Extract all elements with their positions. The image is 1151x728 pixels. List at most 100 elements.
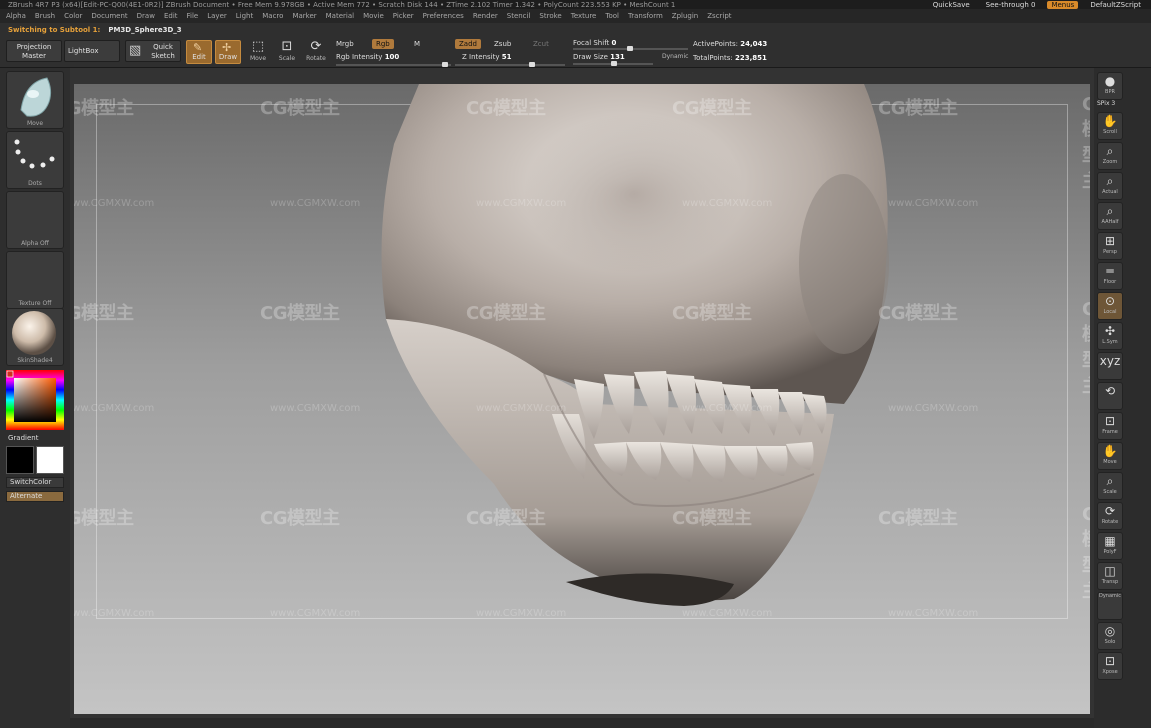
focal-shift-value: 0 [611,39,617,47]
subtool-notice: Switching to Subtool 1: PM3D_Sphere3D_3 [8,26,182,34]
document-canvas[interactable]: CG模型主 www.CGMXW.com CG模型主 www.CGMXW.com CG模型… [74,84,1090,714]
texture-picker[interactable]: Texture Off [6,251,64,309]
color-picker[interactable] [6,370,64,430]
rgb-button[interactable]: Rgb [372,39,394,49]
menus-button[interactable]: Menus [1047,0,1079,9]
menu-tool[interactable]: Tool [605,12,619,20]
menu-macro[interactable]: Macro [262,12,283,20]
menu-zplugin[interactable]: Zplugin [672,12,698,20]
watermark-url: www.CGMXW.com [888,403,979,414]
bottom-bar [70,718,1094,728]
zadd-button[interactable]: Zadd [455,39,481,49]
edit-icon: ✎ [193,41,203,54]
solo-button[interactable]: ◎ Solo [1097,622,1123,650]
scroll-button[interactable]: ✋ Scroll [1097,112,1123,140]
transp-label: Transp [1101,579,1119,585]
watermark-logo: CG模型主 [466,98,546,119]
z-intensity-knob[interactable] [529,62,535,67]
rotate-button[interactable]: ⟳ Rotate [303,39,329,65]
z-intensity-track[interactable] [455,62,565,67]
menu-picker[interactable]: Picker [393,12,414,20]
menu-movie[interactable]: Movie [363,12,384,20]
frame-button[interactable]: ⊡ Frame [1097,412,1123,440]
transp-button[interactable]: ◫ Transp [1097,562,1123,590]
dynamic-button[interactable]: Dynamic [1097,592,1123,620]
m-button[interactable]: M [414,40,420,48]
lsym-button[interactable]: ✣ L.Sym [1097,322,1123,350]
bpr-button[interactable]: ● BPR [1097,72,1123,100]
actual-button[interactable]: ⌕ Actual [1097,172,1123,200]
skull-model[interactable] [74,84,1090,714]
gradient-label[interactable]: Gradient [8,434,38,442]
zsub-button[interactable]: Zsub [494,40,511,48]
see-through-slider[interactable]: See-through 0 [982,1,1040,9]
spix-slider[interactable]: SPix 3 [1097,100,1115,107]
eye-socket [524,114,744,274]
menu-material[interactable]: Material [326,12,354,20]
draw-size-slider[interactable]: Draw Size 131 [573,53,625,61]
floor-button[interactable]: ═ Floor [1097,262,1123,290]
z-intensity-slider[interactable]: Z Intensity 51 [462,53,511,61]
rgb-intensity-knob[interactable] [442,62,448,67]
scale-icon: ⌕ [1106,474,1114,488]
quicksave-button[interactable]: QuickSave [929,1,974,9]
menu-layer[interactable]: Layer [207,12,227,20]
switchcolor-button[interactable]: SwitchColor [6,477,64,488]
focal-shift-track[interactable] [573,46,688,51]
watermark-logo: CG模型主 [74,98,134,119]
zcut-button[interactable]: Zcut [533,40,549,48]
xyz-button[interactable]: xyz [1097,352,1123,380]
menu-stencil[interactable]: Stencil [507,12,531,20]
projection-master-button[interactable]: Projection Master [6,40,62,62]
rotate-axis-button[interactable]: ⟲ [1097,382,1123,410]
brush-picker[interactable]: Move [6,71,64,129]
watermark-logo: CG模型主 [1082,94,1090,192]
menu-light[interactable]: Light [236,12,253,20]
draw-size-track[interactable] [573,61,653,66]
scale-button[interactable]: ⌕ Scale [1097,472,1123,500]
menu-transform[interactable]: Transform [628,12,663,20]
main-color-swatch[interactable] [36,446,64,474]
alpha-picker[interactable]: Alpha Off [6,191,64,249]
menu-file[interactable]: File [187,12,199,20]
notice-text: Switching to Subtool 1: [8,26,101,34]
stroke-picker[interactable]: Dots [6,131,64,189]
polyf-button[interactable]: ▦ PolyF [1097,532,1123,560]
zoom-button[interactable]: ⌕ Zoom [1097,142,1123,170]
draw-size-knob[interactable] [611,61,617,66]
persp-button[interactable]: ⊞ Persp [1097,232,1123,260]
scale-button[interactable]: ⊡ Scale [274,39,300,65]
menu-edit[interactable]: Edit [164,12,178,20]
local-button[interactable]: ⊙ Local [1097,292,1123,320]
mrgb-button[interactable]: Mrgb [336,40,354,48]
rgb-intensity-value: 100 [384,53,400,61]
menu-marker[interactable]: Marker [292,12,316,20]
menu-stroke[interactable]: Stroke [539,12,561,20]
menu-render[interactable]: Render [473,12,498,20]
rgb-intensity-slider[interactable]: Rgb Intensity 100 [336,53,399,61]
rotate-button[interactable]: ⟳ Rotate [1097,502,1123,530]
menu-preferences[interactable]: Preferences [423,12,464,20]
xpose-button[interactable]: ⊡ Xpose [1097,652,1123,680]
focal-shift-slider[interactable]: Focal Shift 0 [573,39,616,47]
menu-color[interactable]: Color [64,12,82,20]
alternate-button[interactable]: Alternate [6,491,64,502]
menu-zscript[interactable]: Zscript [707,12,731,20]
lightbox-button[interactable]: LightBox [64,40,120,62]
menu-document[interactable]: Document [91,12,127,20]
material-picker[interactable]: SkinShade4 [6,308,64,366]
rgb-intensity-track[interactable] [336,62,451,67]
quick-sketch-icon: ▧ [129,43,142,58]
default-zscript-button[interactable]: DefaultZScript [1086,1,1145,9]
menu-alpha[interactable]: Alpha [6,12,26,20]
focal-shift-knob[interactable] [627,46,633,51]
dynamic-button[interactable]: Dynamic [662,53,688,60]
secondary-color-swatch[interactable] [6,446,34,474]
menu-brush[interactable]: Brush [35,12,55,20]
menu-texture[interactable]: Texture [571,12,597,20]
move-button[interactable]: ✋ Move [1097,442,1123,470]
aahalf-button[interactable]: ⌕ AAHalf [1097,202,1123,230]
move-button[interactable]: ⬚ Move [245,39,271,65]
transp-icon: ◫ [1104,564,1116,578]
menu-draw[interactable]: Draw [137,12,155,20]
